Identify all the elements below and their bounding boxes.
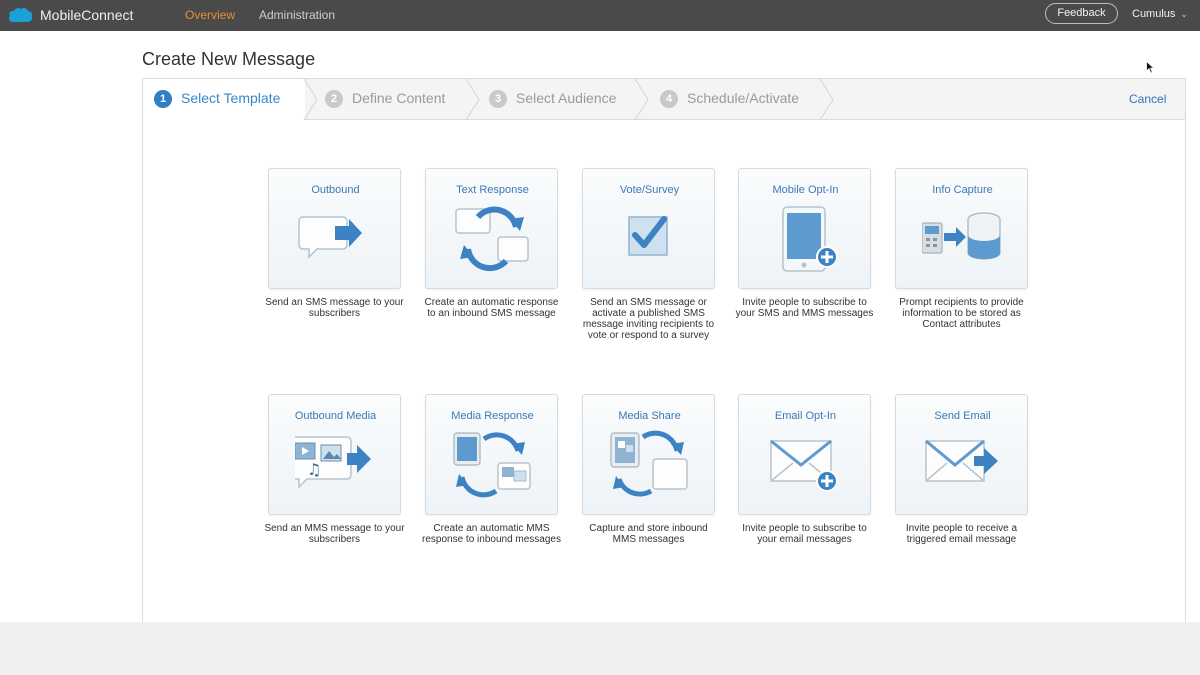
media-share-icon (610, 430, 688, 497)
outbound-media-icon: ♫ (295, 436, 371, 489)
wizard-steps: 1 Select Template 2 Define Content 3 Sel… (143, 79, 1185, 120)
chevron-down-icon: ⌄ (1180, 9, 1188, 19)
info-capture-icon (922, 212, 1001, 260)
app-name: MobileConnect (40, 7, 134, 23)
wizard-step-define-content[interactable]: 2 Define Content (319, 79, 467, 120)
tile-description: Send an MMS message to your subscribers (264, 523, 405, 545)
send-email-icon (925, 439, 998, 482)
tile-card[interactable]: Outbound (268, 168, 401, 289)
vote-survey-icon (628, 216, 668, 256)
tile-description: Invite people to subscribe to your email… (742, 523, 867, 545)
tile-card[interactable]: Media Share (582, 394, 715, 515)
tile-title: Mobile Opt-In (772, 184, 839, 196)
tile-card[interactable]: Outbound Media ♫ (268, 394, 401, 515)
text-response-icon (455, 206, 529, 272)
step-number: 2 (325, 90, 343, 108)
step-label: Define Content (352, 90, 446, 106)
tile-card[interactable]: Send Email (895, 394, 1028, 515)
svg-text:♫: ♫ (307, 460, 321, 479)
user-name: Cumulus (1132, 8, 1176, 20)
user-menu[interactable]: Cumulus ⌄ (1132, 8, 1188, 20)
tile-title: Text Response (456, 184, 529, 196)
tile-description: Send an SMS message to your subscribers (265, 297, 404, 319)
tile-description: Create an automatic MMS response to inbo… (422, 523, 561, 545)
tile-title: Vote/Survey (619, 184, 680, 196)
tile-title: Send Email (934, 410, 991, 422)
email-opt-in-icon (770, 439, 838, 492)
tile-title: Email Opt-In (774, 410, 837, 422)
tile-description: Invite people to receive a triggered ema… (905, 523, 1018, 545)
salesforce-cloud-icon[interactable] (7, 5, 33, 24)
step-divider-chevron (819, 79, 834, 120)
nav-overview[interactable]: Overview (185, 8, 235, 22)
step-number: 1 (154, 90, 172, 108)
cancel-link[interactable]: Cancel (1129, 92, 1166, 106)
wizard-step-schedule-activate[interactable]: 4 Schedule/Activate (650, 79, 821, 120)
tile-description: Send an SMS message or activate a publis… (582, 297, 715, 341)
tile-description: Create an automatic response to an inbou… (424, 297, 559, 319)
tile-title: Outbound Media (294, 410, 377, 422)
tile-title: Media Response (451, 410, 534, 422)
wizard-step-select-template[interactable]: 1 Select Template (143, 79, 305, 120)
step-label: Schedule/Activate (687, 90, 800, 106)
bottom-strip (0, 622, 1200, 675)
mobile-opt-in-icon (782, 206, 838, 272)
tile-title: Info Capture (932, 184, 993, 196)
page-title: Create New Message (142, 49, 316, 69)
tile-card[interactable]: Media Response (425, 394, 558, 515)
outbound-icon (298, 216, 362, 259)
tile-title: Media Share (618, 410, 681, 422)
tile-description: Invite people to subscribe to your SMS a… (735, 297, 874, 319)
mouse-cursor-icon (1146, 61, 1155, 74)
step-label: Select Audience (516, 90, 617, 106)
step-divider-chevron (303, 79, 318, 120)
step-number: 4 (660, 90, 678, 108)
top-bar: MobileConnect Overview Administration Fe… (0, 0, 1200, 31)
tile-card[interactable]: Info Capture (895, 168, 1028, 289)
tile-title: Outbound (311, 184, 360, 196)
nav-administration[interactable]: Administration (259, 8, 335, 22)
step-divider-chevron (465, 79, 480, 120)
media-response-icon (453, 432, 531, 498)
step-label: Select Template (181, 90, 281, 106)
tile-description: Capture and store inbound MMS messages (589, 523, 708, 545)
tile-description: Prompt recipients to provide information… (899, 297, 1024, 330)
feedback-button[interactable]: Feedback (1045, 3, 1118, 24)
tile-card[interactable]: Vote/Survey (582, 168, 715, 289)
tile-card[interactable]: Email Opt-In (738, 394, 871, 515)
wizard-panel: 1 Select Template 2 Define Content 3 Sel… (142, 78, 1186, 638)
step-divider-chevron (634, 79, 649, 120)
wizard-step-select-audience[interactable]: 3 Select Audience (481, 79, 636, 120)
tile-card[interactable]: Mobile Opt-In (738, 168, 871, 289)
step-number: 3 (489, 90, 507, 108)
tile-card[interactable]: Text Response (425, 168, 558, 289)
